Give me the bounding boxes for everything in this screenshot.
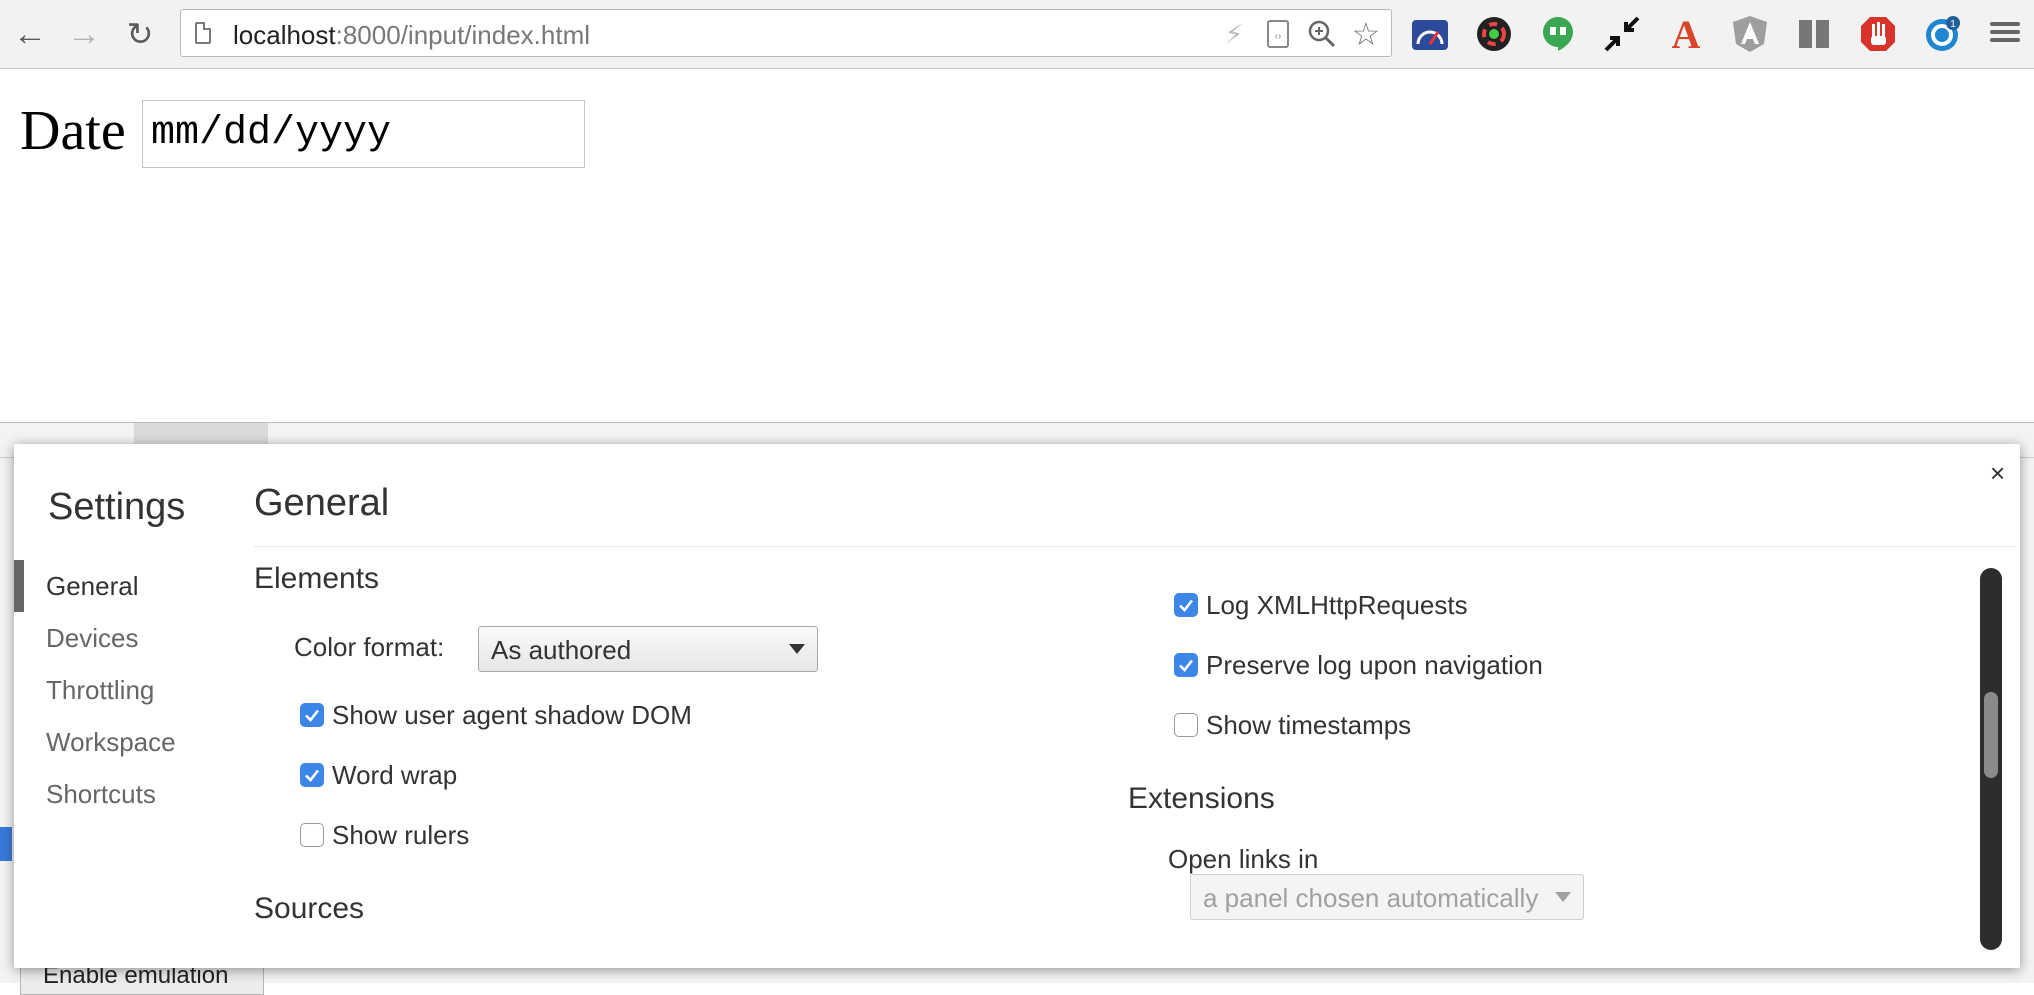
nav-item-throttling[interactable]: Throttling xyxy=(14,664,214,716)
font-extension-icon[interactable]: A xyxy=(1664,12,1708,57)
checkbox-checked-icon[interactable] xyxy=(300,703,324,727)
columns-extension-icon[interactable] xyxy=(1792,12,1836,56)
bookmark-star-icon[interactable]: ☆ xyxy=(1349,16,1383,52)
stop-hand-extension-icon[interactable] xyxy=(1856,12,1900,56)
url-path: :8000/input/index.html xyxy=(335,20,591,50)
option-show-timestamps[interactable]: Show timestamps xyxy=(1174,708,1411,742)
nav-item-shortcuts[interactable]: Shortcuts xyxy=(14,768,214,820)
chevron-down-icon xyxy=(789,644,805,654)
hangouts-extension-icon[interactable] xyxy=(1536,12,1580,56)
checkbox-checked-icon[interactable] xyxy=(300,763,324,787)
option-shadow-dom[interactable]: Show user agent shadow DOM xyxy=(300,698,692,732)
option-label: Show user agent shadow DOM xyxy=(332,699,692,730)
checkbox-checked-icon[interactable] xyxy=(1174,653,1198,677)
option-label: Show rulers xyxy=(332,819,470,850)
color-format-select[interactable]: As authored xyxy=(478,626,818,672)
settings-dialog: × Settings General Devices Throttling Wo… xyxy=(14,444,2020,968)
option-log-xhr[interactable]: Log XMLHttpRequests xyxy=(1174,588,1468,622)
elements-group-title: Elements xyxy=(254,562,380,595)
nav-item-devices[interactable]: Devices xyxy=(14,612,214,664)
settings-nav: General Devices Throttling Workspace Sho… xyxy=(14,560,214,820)
nav-item-general[interactable]: General xyxy=(14,560,214,612)
settings-scrollbar[interactable] xyxy=(1980,568,2002,950)
settings-title: Settings xyxy=(48,486,186,528)
address-bar[interactable]: localhost:8000/input/index.html ⚡︎ ‹› ☆ xyxy=(180,9,1392,57)
color-format-label: Color format: xyxy=(294,632,445,662)
open-links-value: a panel chosen automatically xyxy=(1203,883,1539,913)
page-icon xyxy=(195,22,211,44)
option-label: Show timestamps xyxy=(1206,709,1412,740)
url-text[interactable]: localhost:8000/input/index.html xyxy=(233,20,590,51)
chevron-down-icon xyxy=(1555,892,1571,902)
option-word-wrap[interactable]: Word wrap xyxy=(300,758,457,792)
color-format-value: As authored xyxy=(491,635,632,665)
color-picker-extension-icon[interactable] xyxy=(1472,12,1516,56)
chrome-menu-icon[interactable] xyxy=(1990,18,2020,48)
svg-text:‹›: ‹› xyxy=(1275,31,1282,42)
option-label: Log XMLHttpRequests xyxy=(1206,589,1468,620)
close-icon[interactable]: × xyxy=(1990,458,2005,489)
url-host: localhost xyxy=(233,20,336,50)
option-label: Preserve log upon navigation xyxy=(1206,649,1543,680)
checkbox-checked-icon[interactable] xyxy=(1174,593,1198,617)
back-arrow-icon[interactable]: ← xyxy=(10,14,50,54)
extensions-group-title: Extensions xyxy=(1128,782,1275,815)
notification-extension-icon[interactable]: 1 xyxy=(1920,12,1964,56)
open-links-select[interactable]: a panel chosen automatically xyxy=(1190,874,1584,920)
reload-icon[interactable]: ↻ xyxy=(120,14,160,54)
angular-extension-icon[interactable] xyxy=(1728,12,1772,56)
option-label: Word wrap xyxy=(332,759,458,790)
option-show-rulers[interactable]: Show rulers xyxy=(300,818,469,852)
nav-item-workspace[interactable]: Workspace xyxy=(14,716,214,768)
sources-group-title: Sources xyxy=(254,892,365,925)
scrollbar-thumb[interactable] xyxy=(1984,692,1998,778)
date-input[interactable]: mm/dd/yyyy xyxy=(142,100,585,168)
section-title: General xyxy=(254,482,390,524)
lightning-icon[interactable]: ⚡︎ xyxy=(1217,17,1251,51)
svg-text:1: 1 xyxy=(1950,19,1956,30)
source-view-icon[interactable]: ‹› xyxy=(1261,17,1295,51)
title-divider xyxy=(254,546,2016,547)
option-preserve-log[interactable]: Preserve log upon navigation xyxy=(1174,648,1543,682)
date-label: Date xyxy=(20,100,126,162)
browser-toolbar: ← → ↻ localhost:8000/input/index.html ⚡︎… xyxy=(0,0,2034,69)
speedometer-extension-icon[interactable] xyxy=(1408,12,1452,56)
devtools-selected-row xyxy=(0,827,12,861)
open-links-label: Open links in xyxy=(1168,844,1319,874)
checkbox-unchecked-icon[interactable] xyxy=(300,823,324,847)
compress-arrows-icon[interactable] xyxy=(1600,12,1644,56)
forward-arrow-icon[interactable]: → xyxy=(64,14,104,54)
checkbox-unchecked-icon[interactable] xyxy=(1174,713,1198,737)
page-viewport: Date mm/dd/yyyy xyxy=(0,69,2034,421)
zoom-icon[interactable] xyxy=(1305,17,1339,51)
